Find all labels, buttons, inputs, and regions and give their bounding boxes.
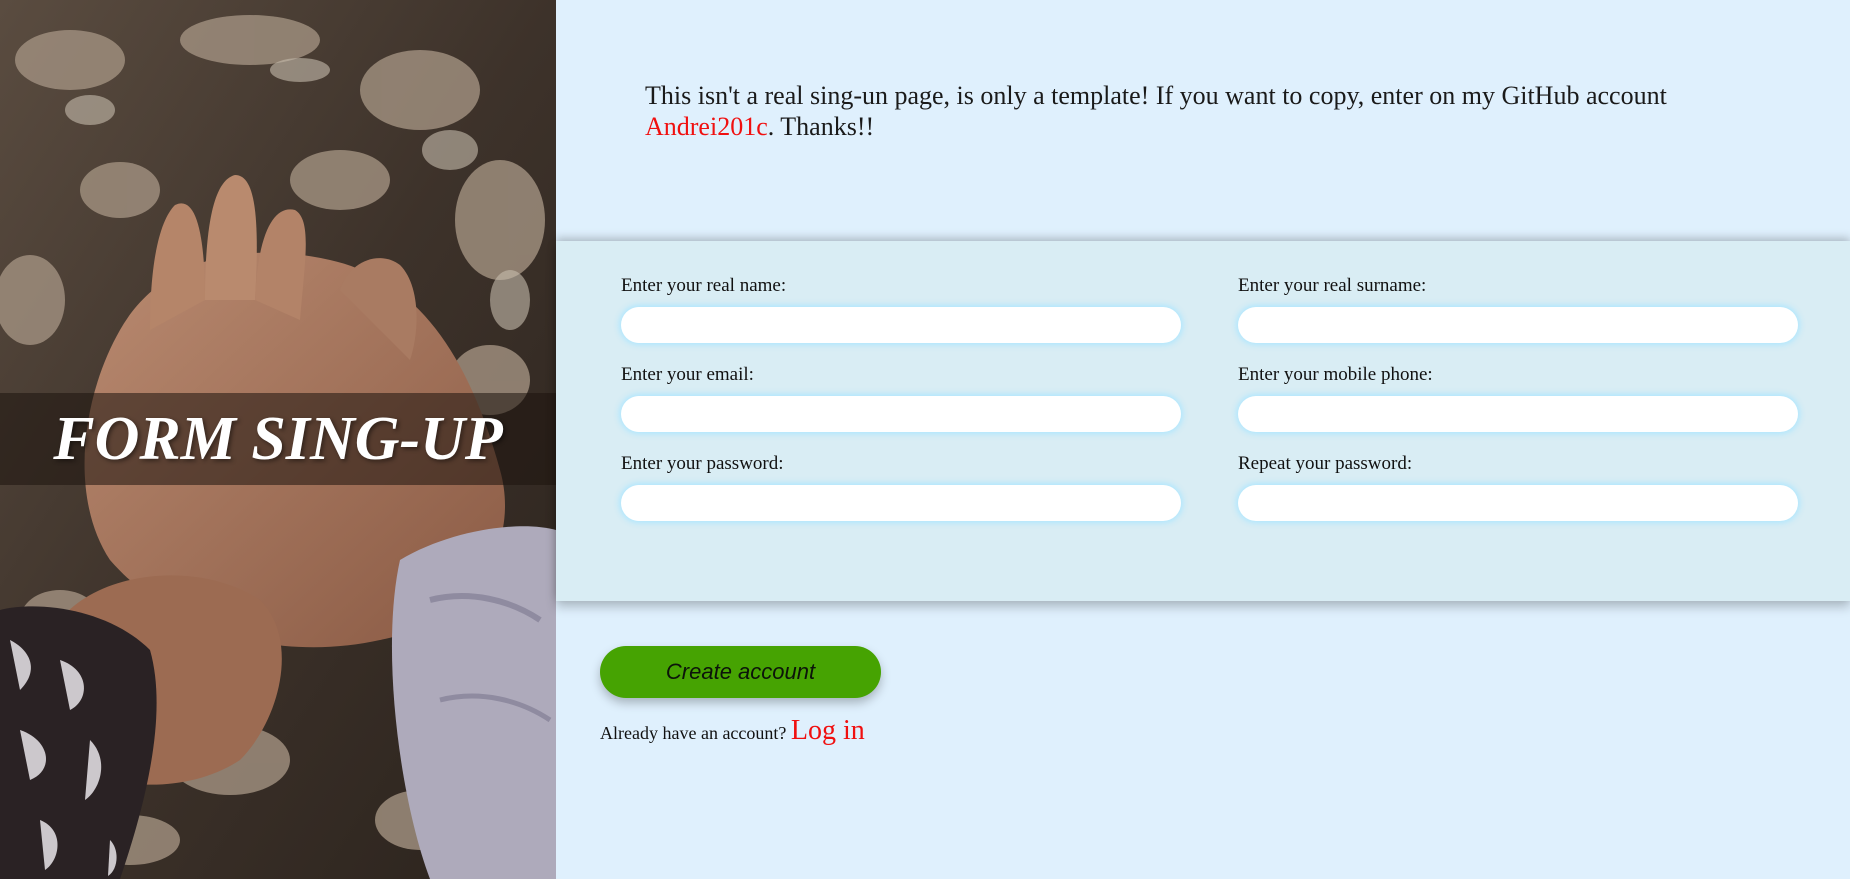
name-field-group: Enter your real name: [621, 274, 1181, 343]
login-prompt-text: Already have an account? [600, 723, 791, 743]
phone-label: Enter your mobile phone: [1238, 364, 1433, 385]
email-field-group: Enter your email: [621, 363, 1181, 432]
repeat-password-label: Repeat your password: [1238, 453, 1413, 474]
surname-label: Enter your real surname: [1238, 275, 1427, 296]
signup-page: FORM SING-UP This isn't a real sing-un p… [0, 0, 1850, 879]
name-label: Enter your real name: [621, 275, 787, 296]
password-label: Enter your password: [621, 453, 784, 474]
repeat-password-field-group: Repeat your password: [1238, 452, 1798, 521]
phone-input[interactable] [1238, 396, 1798, 432]
hero-title: FORM SING-UP [53, 405, 503, 473]
notice-text-before: This isn't a real sing-un page, is only … [645, 81, 1667, 110]
login-link[interactable]: Log in [791, 715, 865, 746]
password-input[interactable] [621, 485, 1181, 521]
name-input[interactable] [621, 307, 1181, 343]
github-account-link[interactable]: Andrei201c [645, 112, 768, 141]
create-account-button[interactable]: Create account [600, 646, 881, 698]
phone-field-group: Enter your mobile phone: [1238, 363, 1798, 432]
template-notice: This isn't a real sing-un page, is only … [645, 80, 1795, 142]
signup-form: Enter your real name: Enter your real su… [556, 241, 1850, 601]
surname-field-group: Enter your real surname: [1238, 274, 1798, 343]
surname-input[interactable] [1238, 307, 1798, 343]
password-field-group: Enter your password: [621, 452, 1181, 521]
repeat-password-input[interactable] [1238, 485, 1798, 521]
hero-panel: FORM SING-UP [0, 0, 556, 879]
login-prompt-row: Already have an account? Log in [600, 715, 865, 747]
email-label: Enter your email: [621, 364, 754, 385]
email-input[interactable] [621, 396, 1181, 432]
notice-text-after: . Thanks!! [767, 112, 875, 141]
